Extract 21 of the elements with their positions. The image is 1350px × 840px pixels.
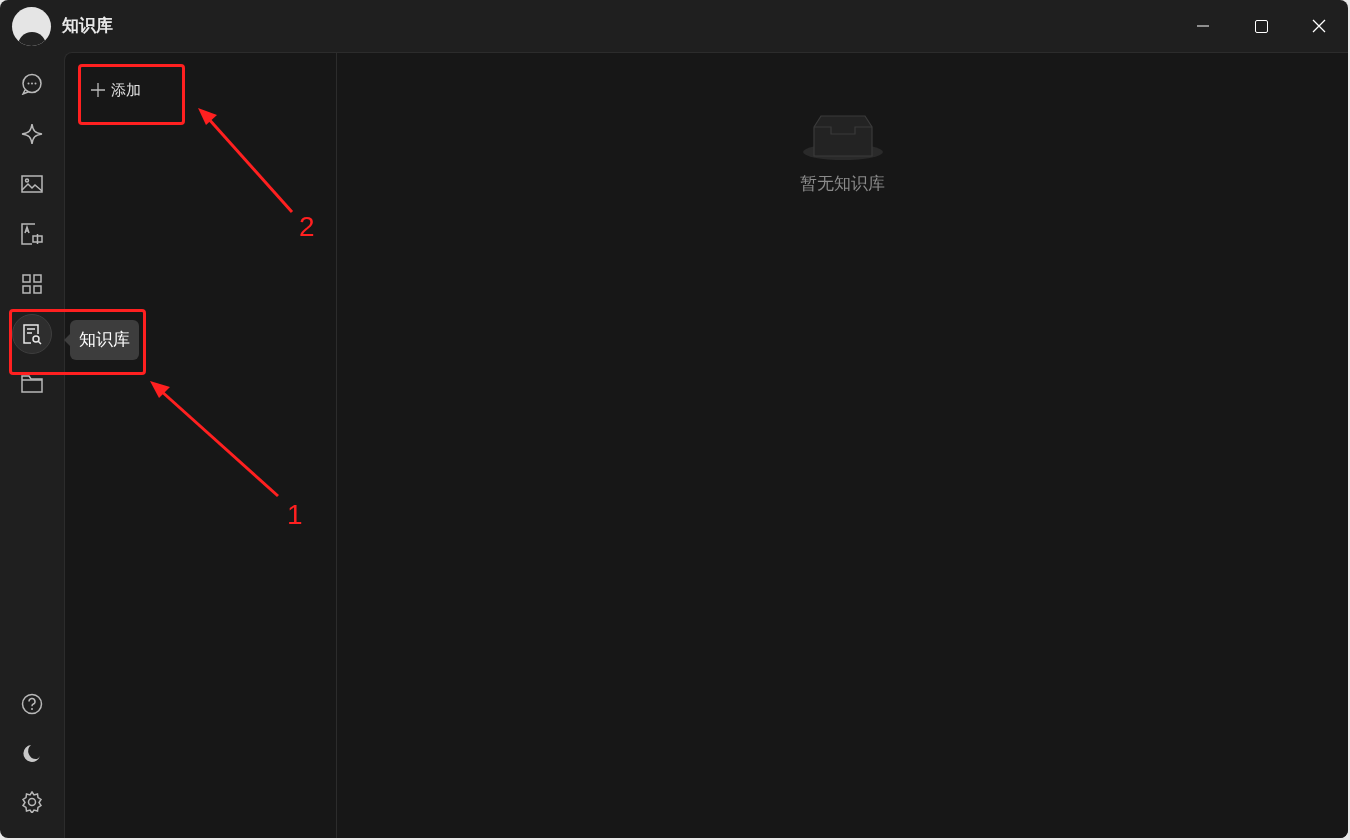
nav-item[interactable] — [12, 314, 52, 354]
add-button[interactable]: 添加 — [91, 79, 141, 102]
maximize-icon — [1254, 19, 1268, 33]
sparkle-icon — [21, 123, 43, 145]
settings-icon — [21, 791, 43, 813]
avatar[interactable] — [12, 6, 51, 46]
window-title: 知识库 — [62, 15, 113, 38]
image-icon — [21, 173, 43, 195]
minimize-icon — [1197, 25, 1209, 27]
close-icon — [1312, 19, 1326, 33]
annotation-number: 1 — [287, 498, 303, 532]
document-search-icon — [21, 323, 43, 345]
tooltip: 知识库 — [70, 320, 139, 360]
help-icon — [21, 693, 43, 715]
annotation-number: 2 — [299, 210, 315, 244]
grid-icon — [21, 273, 43, 295]
chat-bubble-icon — [21, 73, 43, 95]
folder-icon — [21, 373, 43, 395]
plus-icon — [91, 83, 105, 98]
empty-message: 暂无知识库 — [800, 173, 885, 195]
translate-icon — [21, 223, 43, 245]
